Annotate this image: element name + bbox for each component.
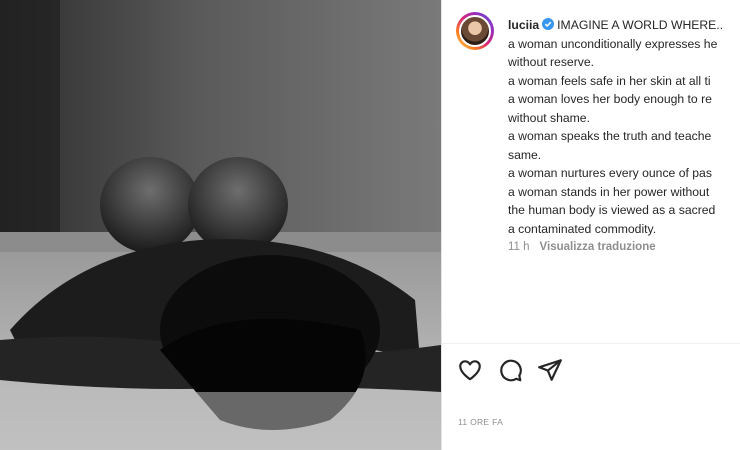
caption-line: a woman feels safe in her skin at all ti (508, 73, 711, 88)
username-link[interactable]: luciia (508, 18, 539, 32)
caption-line: without reserve. (508, 55, 595, 69)
caption-title: IMAGINE A WORLD WHERE.. (557, 18, 724, 32)
post-photo[interactable] (0, 0, 441, 450)
action-bar (457, 357, 563, 383)
caption-line: a woman speaks the truth and teache (508, 129, 712, 143)
profile-avatar[interactable] (456, 12, 494, 50)
post-side-panel: luciia IMAGINE A WORLD WHERE.. a woman un… (442, 0, 740, 450)
caption-line: the human body is viewed as a sacred (508, 203, 716, 217)
time-ago: 11 h (508, 241, 530, 253)
post-image (0, 0, 441, 450)
post-timestamp: 11 ORE FA (458, 417, 504, 427)
verified-badge-icon (542, 18, 555, 30)
comment-icon[interactable] (497, 357, 523, 383)
caption-line: a woman loves her body enough to re (508, 92, 712, 106)
caption-meta: 11 h Visualizza traduzione (508, 241, 656, 253)
see-translation-link[interactable]: Visualizza traduzione (540, 241, 656, 253)
caption-header: luciia IMAGINE A WORLD WHERE.. (508, 16, 740, 35)
post-caption: luciia IMAGINE A WORLD WHERE.. a woman un… (508, 16, 740, 238)
caption-line: a woman unconditionally expresses he (508, 36, 718, 51)
avatar-image (459, 15, 491, 47)
caption-line: same. (508, 147, 542, 162)
caption-line: without shame. (508, 110, 590, 125)
caption-line: a woman stands in her power without (508, 184, 710, 199)
heart-icon[interactable] (457, 357, 483, 383)
caption-line: a contaminated commodity. (508, 221, 657, 236)
paper-plane-icon[interactable] (537, 357, 563, 383)
caption-line: a woman nurtures every ounce of pas (508, 166, 712, 180)
actions-divider (442, 343, 740, 344)
